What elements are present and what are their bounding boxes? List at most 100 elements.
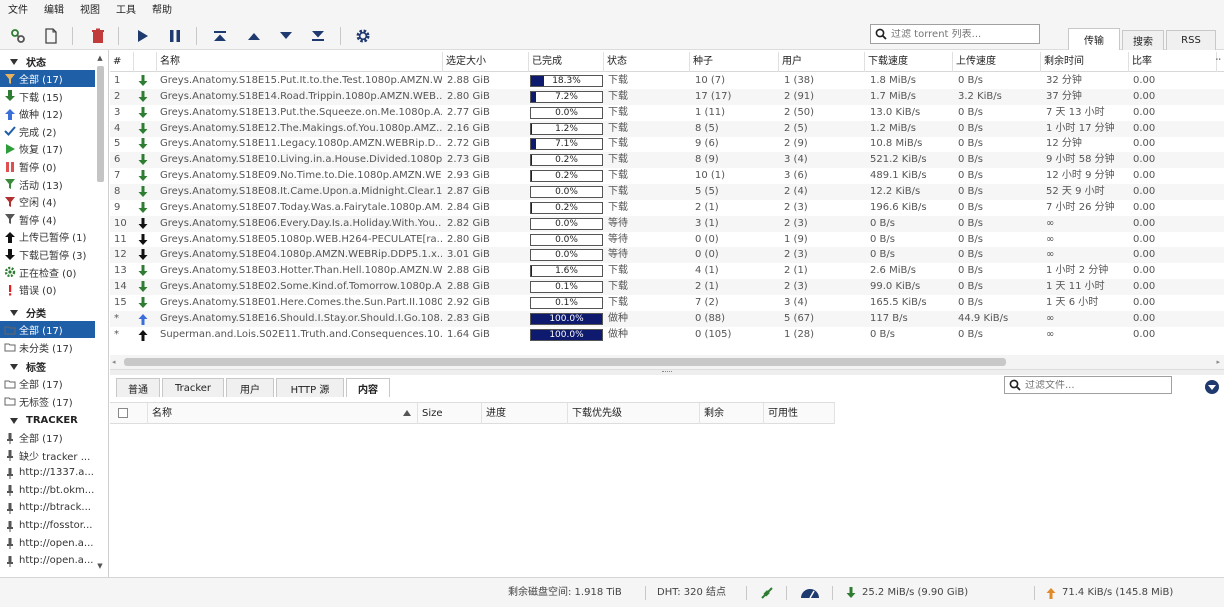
table-row[interactable]: 11 Greys.Anatomy.S18E05.1080p.WEB.H264-PE… bbox=[110, 232, 1224, 248]
file-col-priority[interactable]: 下载优先级 bbox=[568, 403, 700, 424]
table-row[interactable]: 4 Greys.Anatomy.S18E12.The.Makings.of.You… bbox=[110, 120, 1224, 137]
col-header-name[interactable]: 名称 bbox=[157, 52, 443, 72]
tab-peers[interactable]: 用户 bbox=[226, 378, 274, 397]
table-row[interactable]: 13 Greys.Anatomy.S18E03.Hotter.Than.Hell.… bbox=[110, 263, 1224, 279]
settings-gear-icon[interactable] bbox=[352, 26, 374, 46]
connection-status-icon[interactable] bbox=[760, 578, 774, 607]
speed-limit-icon[interactable] bbox=[800, 578, 820, 607]
select-all-checkbox-cell[interactable] bbox=[110, 403, 148, 424]
file-col-size[interactable]: Size bbox=[418, 403, 482, 424]
status-filter-5[interactable]: 暂停 (0) bbox=[0, 158, 95, 175]
torrent-list-hscrollbar[interactable]: ◂ ▸ bbox=[110, 355, 1224, 369]
pause-icon[interactable] bbox=[164, 26, 186, 46]
tracker-filter-7[interactable]: http://open.a... bbox=[0, 552, 95, 569]
tab-tracker[interactable]: Tracker bbox=[162, 378, 224, 397]
tracker-filter-0[interactable]: 全部 (17) bbox=[0, 429, 95, 446]
status-section-header-collapse-icon[interactable] bbox=[10, 58, 18, 65]
file-col-progress[interactable]: 进度 bbox=[482, 403, 568, 424]
table-row[interactable]: 9 Greys.Anatomy.S18E07.Today.Was.a.Fairyt… bbox=[110, 200, 1224, 216]
table-row[interactable]: 8 Greys.Anatomy.S18E08.It.Came.Upon.a.Mid… bbox=[110, 183, 1224, 200]
col-header-done[interactable]: 已完成 bbox=[529, 52, 604, 72]
table-row[interactable]: 14 Greys.Anatomy.S18E02.Some.Kind.of.Tomo… bbox=[110, 279, 1224, 296]
tab-http-sources[interactable]: HTTP 源 bbox=[276, 378, 344, 397]
status-filter-4[interactable]: 恢复 (17) bbox=[0, 140, 95, 157]
table-row[interactable]: 2 Greys.Anatomy.S18E14.Road.Trippin.1080p… bbox=[110, 88, 1224, 105]
status-filter-11[interactable]: 正在检查 (0) bbox=[0, 264, 95, 281]
table-row[interactable]: * Greys.Anatomy.S18E16.Should.I.Stay.or.S… bbox=[110, 310, 1224, 327]
status-filter-1[interactable]: 下载 (15) bbox=[0, 88, 95, 105]
category-filter-0[interactable]: 全部 (17) bbox=[0, 321, 95, 338]
table-row[interactable]: * Superman.and.Lois.S02E11.Truth.and.Cons… bbox=[110, 327, 1224, 343]
table-row[interactable]: 10 Greys.Anatomy.S18E06.Every.Day.Is.a.Ho… bbox=[110, 215, 1224, 232]
tag-section-header[interactable]: 标签 bbox=[0, 358, 96, 375]
move-top-icon[interactable] bbox=[209, 26, 231, 46]
tab-general[interactable]: 普通 bbox=[116, 378, 160, 397]
tracker-filter-1[interactable]: 缺少 tracker ... bbox=[0, 447, 95, 464]
more-columns-icon[interactable]: ⠒ bbox=[1215, 56, 1222, 66]
add-link-icon[interactable] bbox=[8, 26, 30, 46]
tracker-filter-3[interactable]: http://bt.okm... bbox=[0, 482, 95, 499]
col-header-status[interactable]: 状态 bbox=[604, 52, 690, 72]
file-col-remaining[interactable]: 剩余 bbox=[700, 403, 764, 424]
status-filter-2[interactable]: 做种 (12) bbox=[0, 105, 95, 122]
col-header-num[interactable]: # bbox=[110, 52, 134, 72]
table-row[interactable]: 1 Greys.Anatomy.S18E15.Put.It.to.the.Test… bbox=[110, 73, 1224, 89]
file-col-availability[interactable]: 可用性 bbox=[764, 403, 835, 424]
tab-content[interactable]: 内容 bbox=[346, 378, 390, 397]
col-header-ul-speed[interactable]: 上传速度 bbox=[953, 52, 1041, 72]
tracker-filter-6[interactable]: http://open.a... bbox=[0, 535, 95, 552]
add-file-icon[interactable] bbox=[40, 26, 62, 46]
category-filter-1[interactable]: 未分类 (17) bbox=[0, 339, 95, 356]
status-filter-7[interactable]: 空闲 (4) bbox=[0, 193, 95, 210]
status-filter-12[interactable]: 错误 (0) bbox=[0, 281, 95, 298]
menu-tools[interactable]: 工具 bbox=[108, 0, 144, 22]
tag-filter-1[interactable]: 无标签 (17) bbox=[0, 393, 95, 410]
move-bottom-icon[interactable] bbox=[307, 26, 329, 46]
file-col-name[interactable]: 名称 bbox=[148, 403, 418, 424]
status-filter-9[interactable]: 上传已暂停 (1) bbox=[0, 228, 95, 245]
tab-search[interactable]: 搜索 bbox=[1122, 30, 1164, 50]
move-up-icon[interactable] bbox=[243, 26, 265, 46]
tag-filter-0[interactable]: 全部 (17) bbox=[0, 375, 95, 392]
col-header-dl-speed[interactable]: 下载速度 bbox=[865, 52, 953, 72]
menu-file[interactable]: 文件 bbox=[0, 0, 36, 22]
category-section-header-collapse-icon[interactable] bbox=[10, 309, 18, 316]
torrent-filter-input-box[interactable] bbox=[870, 24, 1040, 44]
table-row[interactable]: 7 Greys.Anatomy.S18E09.No.Time.to.Die.108… bbox=[110, 168, 1224, 184]
file-filter-input-box[interactable] bbox=[1004, 376, 1172, 394]
col-header-size[interactable]: 选定大小 bbox=[443, 52, 529, 72]
tracker-filter-4[interactable]: http://btrack... bbox=[0, 499, 95, 516]
menu-edit[interactable]: 编辑 bbox=[36, 0, 72, 22]
file-filter-input[interactable] bbox=[1025, 379, 1155, 391]
col-header-ratio[interactable]: 比率 bbox=[1129, 52, 1217, 72]
tag-section-header-collapse-icon[interactable] bbox=[10, 363, 18, 370]
status-filter-6[interactable]: 活动 (13) bbox=[0, 176, 95, 193]
tracker-filter-2[interactable]: http://1337.a... bbox=[0, 464, 95, 481]
menu-help[interactable]: 帮助 bbox=[144, 0, 180, 22]
resume-icon[interactable] bbox=[132, 26, 154, 46]
table-row[interactable]: 3 Greys.Anatomy.S18E13.Put.the.Squeeze.on… bbox=[110, 105, 1224, 121]
status-filter-3[interactable]: 完成 (2) bbox=[0, 123, 95, 140]
table-row[interactable]: 6 Greys.Anatomy.S18E10.Living.in.a.House.… bbox=[110, 152, 1224, 169]
status-section-header[interactable]: 状态 bbox=[0, 53, 96, 70]
status-filter-0[interactable]: 全部 (17) bbox=[0, 70, 95, 87]
torrent-filter-input[interactable] bbox=[891, 28, 1021, 40]
sidebar-scrollbar[interactable]: ▲ ▼ bbox=[96, 52, 104, 572]
menu-view[interactable]: 视图 bbox=[72, 0, 108, 22]
select-all-checkbox[interactable] bbox=[118, 408, 128, 418]
col-header-seeds[interactable]: 种子 bbox=[690, 52, 779, 72]
expand-down-icon[interactable] bbox=[1205, 380, 1219, 394]
table-row[interactable]: 5 Greys.Anatomy.S18E11.Legacy.1080p.AMZN.… bbox=[110, 136, 1224, 152]
tab-transfers[interactable]: 传输 bbox=[1068, 28, 1120, 50]
table-row[interactable]: 12 Greys.Anatomy.S18E04.1080p.AMZN.WEBRip… bbox=[110, 247, 1224, 264]
category-section-header[interactable]: 分类 bbox=[0, 304, 96, 321]
status-filter-8[interactable]: 暂停 (4) bbox=[0, 211, 95, 228]
delete-icon[interactable] bbox=[87, 26, 109, 46]
col-header-peers[interactable]: 用户 bbox=[779, 52, 865, 72]
table-row[interactable]: 15 Greys.Anatomy.S18E01.Here.Comes.the.Su… bbox=[110, 295, 1224, 311]
tracker-section-header[interactable]: TRACKER bbox=[0, 412, 96, 429]
col-header-eta[interactable]: 剩余时间 bbox=[1041, 52, 1129, 72]
tracker-filter-5[interactable]: http://fosstor... bbox=[0, 517, 95, 534]
move-down-icon[interactable] bbox=[275, 26, 297, 46]
status-filter-10[interactable]: 下载已暂停 (3) bbox=[0, 246, 95, 263]
